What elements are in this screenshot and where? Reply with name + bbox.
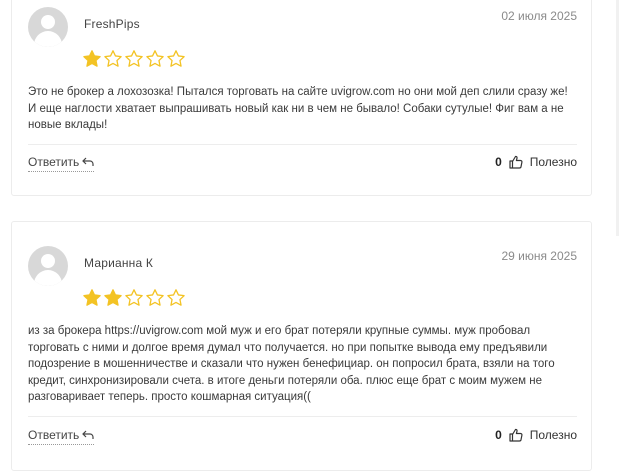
useful-button[interactable]: Полезно: [530, 428, 577, 442]
review-date: 29 июня 2025: [501, 249, 577, 263]
review-author: FreshPips: [84, 17, 140, 31]
reply-arrow-icon: [82, 157, 94, 166]
star-empty-icon: [146, 289, 164, 306]
star-filled-icon: [83, 289, 101, 306]
rating-stars: [82, 288, 186, 308]
star-filled-icon: [104, 289, 122, 306]
reply-button[interactable]: Ответить: [28, 155, 95, 172]
review-text: из за брокера https://uvigrow.com мой му…: [28, 325, 555, 403]
star-empty-icon: [167, 50, 185, 67]
star-empty-icon: [167, 289, 185, 306]
avatar: [28, 7, 68, 47]
avatar-head: [41, 254, 55, 268]
review-card: Марианна К 29 июня 2025 из за брокера ht…: [11, 221, 592, 471]
useful-count: 0: [495, 428, 502, 442]
reply-button[interactable]: Ответить: [28, 428, 95, 445]
star-empty-icon: [125, 50, 143, 67]
divider: [28, 416, 577, 417]
useful-button[interactable]: Полезно: [530, 155, 577, 169]
star-empty-icon: [125, 289, 143, 306]
avatar: [28, 246, 68, 286]
divider: [28, 144, 577, 145]
avatar-body: [34, 31, 62, 47]
reply-label: Ответить: [28, 428, 80, 442]
reply-label: Ответить: [28, 155, 80, 169]
rating-stars: [82, 49, 186, 69]
review-date: 02 июля 2025: [501, 9, 577, 23]
avatar-body: [34, 270, 62, 286]
star-filled-icon: [83, 50, 101, 67]
star-empty-icon: [104, 50, 122, 67]
thumbs-up-icon[interactable]: [509, 428, 523, 442]
useful-count: 0: [495, 155, 502, 169]
useful-block: 0 Полезно: [495, 428, 577, 442]
review-card: FreshPips 02 июля 2025 Это не брокер а л…: [11, 0, 592, 196]
avatar-head: [41, 15, 55, 29]
review-text: Это не брокер а лохозозка! Пытался торго…: [28, 86, 568, 131]
star-empty-icon: [146, 50, 164, 67]
thumbs-up-icon[interactable]: [509, 155, 523, 169]
useful-block: 0 Полезно: [495, 155, 577, 169]
review-author: Марианна К: [84, 256, 154, 270]
reply-arrow-icon: [82, 430, 94, 439]
